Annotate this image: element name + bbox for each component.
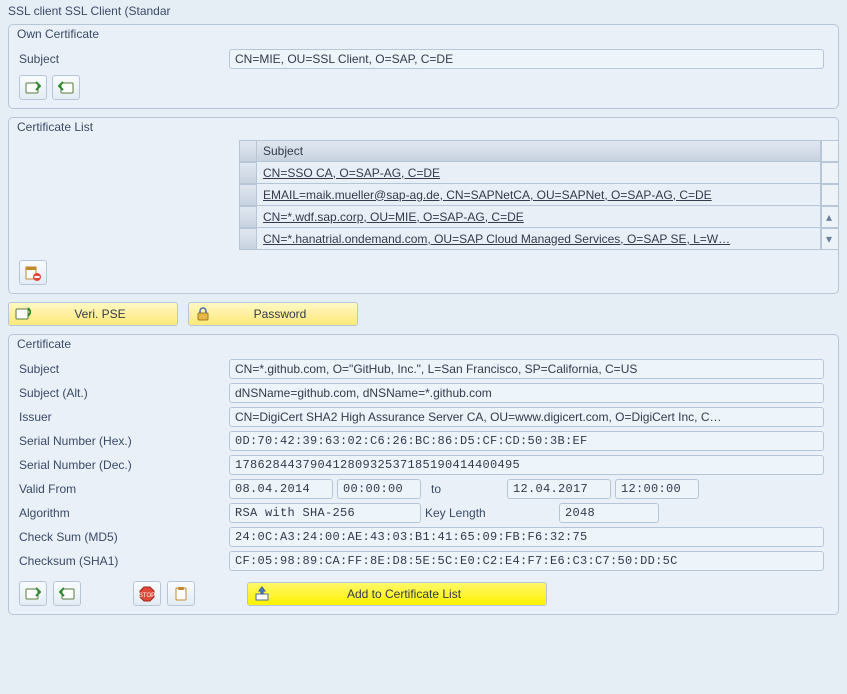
row-subject[interactable]: CN=*.wdf.sap.corp, OU=MIE, O=SAP-AG, C=D… (257, 206, 821, 228)
table-row[interactable]: CN=*.hanatrial.ondemand.com, OU=SAP Clou… (239, 228, 839, 250)
algorithm-label: Algorithm (19, 506, 229, 520)
scroll-track[interactable] (821, 184, 839, 206)
key-length-field[interactable]: 2048 (559, 503, 659, 523)
stop-button[interactable]: STOP (133, 581, 161, 606)
export-icon (59, 586, 75, 602)
subject-label: Subject (19, 52, 229, 66)
table-row[interactable]: CN=SSO CA, O=SAP-AG, C=DE (239, 162, 839, 184)
password-button[interactable]: Password (188, 302, 358, 326)
import-icon (25, 586, 41, 602)
serial-hex-field[interactable]: 0D:70:42:39:63:02:C6:26:BC:86:D5:CF:CD:5… (229, 431, 824, 451)
serial-dec-label: Serial Number (Dec.) (19, 458, 229, 472)
certificate-detail-group: Certificate Subject CN=*.github.com, O="… (8, 334, 839, 615)
veri-pse-button[interactable]: Veri. PSE (8, 302, 178, 326)
table-row[interactable]: EMAIL=maik.mueller@sap-ag.de, CN=SAPNetC… (239, 184, 839, 206)
export-cert-button[interactable] (52, 75, 80, 100)
column-header-subject[interactable]: Subject (257, 140, 821, 162)
own-certificate-title: Own Certificate (9, 25, 838, 47)
scroll-up-button[interactable]: ▴ (821, 206, 839, 228)
certificate-list-group: Certificate List Subject CN=SSO CA, O=SA… (8, 117, 839, 294)
scroll-top[interactable] (821, 140, 839, 162)
algorithm-field[interactable]: RSA with SHA-256 (229, 503, 421, 523)
key-length-label: Key Length (425, 506, 515, 520)
scroll-track[interactable] (821, 162, 839, 184)
table-corner[interactable] (239, 140, 257, 162)
export-icon (58, 80, 74, 96)
clipboard-icon (173, 586, 189, 602)
certificate-list-table: Subject CN=SSO CA, O=SAP-AG, C=DE EMAIL=… (239, 140, 839, 250)
md5-label: Check Sum (MD5) (19, 530, 229, 544)
cert-issuer-label: Issuer (19, 410, 229, 424)
add-up-icon (252, 586, 272, 602)
import-cert-button[interactable] (19, 75, 47, 100)
window-title: SSL client SSL Client (Standar (4, 2, 843, 22)
row-subject[interactable]: EMAIL=maik.mueller@sap-ag.de, CN=SAPNetC… (257, 184, 821, 206)
table-row[interactable]: CN=*.wdf.sap.corp, OU=MIE, O=SAP-AG, C=D… (239, 206, 839, 228)
md5-field[interactable]: 24:0C:A3:24:00:AE:43:03:B1:41:65:09:FB:F… (229, 527, 824, 547)
row-handle[interactable] (239, 228, 257, 250)
veri-pse-label: Veri. PSE (33, 307, 167, 321)
sha1-field[interactable]: CF:05:98:89:CA:FF:8E:D8:5E:5C:E0:C2:E4:F… (229, 551, 824, 571)
lock-icon (193, 307, 213, 321)
delete-from-list-button[interactable] (19, 260, 47, 285)
own-subject-field[interactable]: CN=MIE, OU=SSL Client, O=SAP, C=DE (229, 49, 824, 69)
delete-row-icon (25, 265, 41, 281)
cert-subject-field[interactable]: CN=*.github.com, O="GitHub, Inc.", L=San… (229, 359, 824, 379)
add-to-certificate-list-button[interactable]: Add to Certificate List (247, 582, 547, 606)
cert-issuer-field[interactable]: CN=DigiCert SHA2 High Assurance Server C… (229, 407, 824, 427)
valid-to-date-field[interactable]: 12.04.2017 (507, 479, 611, 499)
export-cert-button-2[interactable] (53, 581, 81, 606)
import-cert-button-2[interactable] (19, 581, 47, 606)
cert-subject-alt-field[interactable]: dNSName=github.com, dNSName=*.github.com (229, 383, 824, 403)
stop-icon: STOP (139, 586, 155, 602)
own-certificate-group: Own Certificate Subject CN=MIE, OU=SSL C… (8, 24, 839, 109)
password-label: Password (213, 307, 347, 321)
row-handle[interactable] (239, 206, 257, 228)
valid-from-time-field[interactable]: 00:00:00 (337, 479, 421, 499)
svg-text:STOP: STOP (139, 593, 155, 599)
row-handle[interactable] (239, 184, 257, 206)
add-to-list-label: Add to Certificate List (272, 587, 536, 601)
clipboard-button[interactable] (167, 581, 195, 606)
sha1-label: Checksum (SHA1) (19, 554, 229, 568)
row-subject[interactable]: CN=SSO CA, O=SAP-AG, C=DE (257, 162, 821, 184)
valid-to-time-field[interactable]: 12:00:00 (615, 479, 699, 499)
valid-to-label: to (425, 482, 447, 496)
row-subject[interactable]: CN=*.hanatrial.ondemand.com, OU=SAP Clou… (257, 228, 821, 250)
valid-from-date-field[interactable]: 08.04.2014 (229, 479, 333, 499)
veri-pse-icon (13, 306, 33, 322)
certificate-list-title: Certificate List (9, 118, 838, 140)
row-handle[interactable] (239, 162, 257, 184)
valid-from-label: Valid From (19, 482, 229, 496)
serial-hex-label: Serial Number (Hex.) (19, 434, 229, 448)
certificate-detail-title: Certificate (9, 335, 838, 357)
cert-subject-label: Subject (19, 362, 229, 376)
serial-dec-field[interactable]: 17862844379041280932537185190414400495 (229, 455, 824, 475)
scroll-down-button[interactable]: ▾ (821, 228, 839, 250)
cert-subject-alt-label: Subject (Alt.) (19, 386, 229, 400)
import-icon (25, 80, 41, 96)
